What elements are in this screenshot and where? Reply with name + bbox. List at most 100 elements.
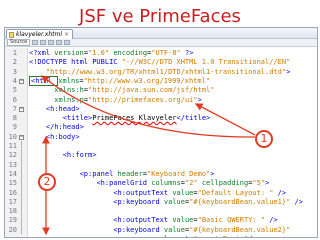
code-line: <p:panel header="Keyboard Demo"> <box>29 169 215 179</box>
code-line: xmlns:p="http://primefaces.org/ui"> <box>29 96 202 105</box>
file-tab-label: klavyeler.xhtml <box>16 30 63 38</box>
code-token: <h:head> <box>45 104 80 113</box>
line-number: 8 <box>12 114 17 123</box>
code-token: <h:body> <box>45 132 80 141</box>
code-token: <html <box>29 75 59 86</box>
code-token: "UTF-8" <box>151 49 181 57</box>
line-number: 9 <box>12 123 17 132</box>
code-token: "#{keyboardBean.value1}" <box>189 197 291 206</box>
source-mode-button[interactable]: Source <box>7 39 31 46</box>
code-line: <h:outputText value="Default Layout: " /… <box>29 189 286 198</box>
code-token: value <box>172 188 194 197</box>
code-token: /> <box>273 188 287 197</box>
code-token: "1.0" <box>88 49 110 57</box>
line-number: 16 <box>8 188 17 197</box>
code-token: "-//W3C//DTD XHTML 1.0 Transitional//EN" <box>121 58 291 67</box>
code-token: xmlns <box>58 76 80 85</box>
callout-1: 1 <box>255 130 273 148</box>
fold-toggle-icon[interactable]: − <box>19 78 24 84</box>
code-token: "http://java.sun.com/jsf/html" <box>88 86 215 95</box>
editor-tab-bar: klavyeler.xhtml × <box>5 28 317 39</box>
code-token: > <box>265 179 270 188</box>
code-token: columns <box>151 179 181 188</box>
code-token: "http://www.w3.org/TR/xhtml1/DTD/xhtml1-… <box>45 67 287 76</box>
code-line: <h:outputText value="Basic QWERTY: " /> <box>29 216 278 225</box>
code-token: <p:keyboard <box>113 225 164 234</box>
search-button[interactable] <box>56 40 63 45</box>
code-token: <?xml <box>29 49 55 57</box>
code-token: <p:keyboard <box>113 197 164 206</box>
code-line: <h:body> <box>29 133 80 142</box>
code-token: encoding <box>113 49 148 57</box>
line-number: 3 <box>12 67 17 76</box>
file-tab[interactable]: klavyeler.xhtml × <box>6 29 74 39</box>
code-line: <?xml version="1.0" encoding="UTF-8" ?> <box>29 49 193 58</box>
line-number: 17 <box>8 197 17 206</box>
line-number: 14 <box>8 169 17 178</box>
line-number: 18 <box>8 207 17 216</box>
back-button[interactable] <box>40 40 47 45</box>
forward-button[interactable] <box>48 40 55 45</box>
code-line: <html xmlns="http://www.w3.org/1999/xhtm… <box>29 75 211 86</box>
slide-title: JSF ve PrimeFaces <box>79 6 241 27</box>
code-token: version <box>54 49 84 57</box>
code-line: <h:head> <box>29 105 80 114</box>
code-token: <h:outputText <box>113 216 173 225</box>
line-number: 15 <box>8 179 17 188</box>
code-line: xmlns:h="http://java.sun.com/jsf/html" <box>29 86 214 95</box>
code-token: value <box>172 216 194 225</box>
code-token: value <box>163 225 185 234</box>
code-token: /> <box>248 235 256 237</box>
code-token: "#{keyboardBean.value2}" <box>189 225 291 234</box>
code-line: <p:keyboard value="#{keyboardBean.value1… <box>29 198 303 207</box>
code-token: cellpadding <box>201 179 249 188</box>
line-number: 4 <box>12 76 17 85</box>
code-token: <h:form> <box>62 151 97 160</box>
line-number: 12 <box>8 151 17 160</box>
line-number: 7 <box>12 104 17 113</box>
line-number: 1 <box>12 49 17 57</box>
close-icon[interactable]: × <box>64 31 69 39</box>
code-line: </h:head> <box>29 123 84 132</box>
code-token: <h:outputText <box>113 188 173 197</box>
line-number-gutter: 1 2 3 4 5 6 7 8 9 10 11 12 13 14 15 16 17 18 19 20− − − <box>5 48 28 237</box>
history-button[interactable] <box>32 40 39 45</box>
code-token: xmlns:h <box>54 86 84 95</box>
code-token: </title> <box>176 114 211 123</box>
code-token: "qwertyBasic" <box>193 235 248 237</box>
code-token: > <box>210 169 215 178</box>
code-token: layout <box>164 235 189 237</box>
line-number: 10 <box>8 132 17 141</box>
code-token: "5" <box>252 179 266 188</box>
code-token: /> <box>265 216 278 225</box>
toggle-bookmark-button[interactable] <box>64 40 71 45</box>
code-token: > <box>286 67 291 76</box>
line-number: 19 <box>8 216 17 225</box>
code-token: PrimeFaces Klavyeler <box>92 114 177 123</box>
code-token: <title> <box>62 114 93 123</box>
code-area[interactable]: <?xml version="1.0" encoding="UTF-8" ?> <… <box>29 48 317 237</box>
editor-toolbar: Source <box>5 39 317 47</box>
fold-toggle-icon[interactable]: − <box>19 134 24 140</box>
line-number: 6 <box>12 95 17 104</box>
code-token: <p:panel <box>79 169 118 178</box>
code-token: /> <box>290 197 303 206</box>
code-line: layout="qwertyBasic"/> <box>29 235 257 237</box>
code-line: <h:panelGrid columns="2" cellpadding="5"… <box>29 179 269 188</box>
fold-guide <box>21 140 22 234</box>
code-token: "http://www.w3.org/1999/xhtml" <box>83 76 211 85</box>
code-token: <!DOCTYPE html PUBLIC <box>29 58 122 67</box>
line-number: 13 <box>8 160 17 169</box>
code-token: header <box>117 169 143 178</box>
code-token: </h:head> <box>45 123 84 132</box>
fold-toggle-icon[interactable]: − <box>19 106 24 112</box>
